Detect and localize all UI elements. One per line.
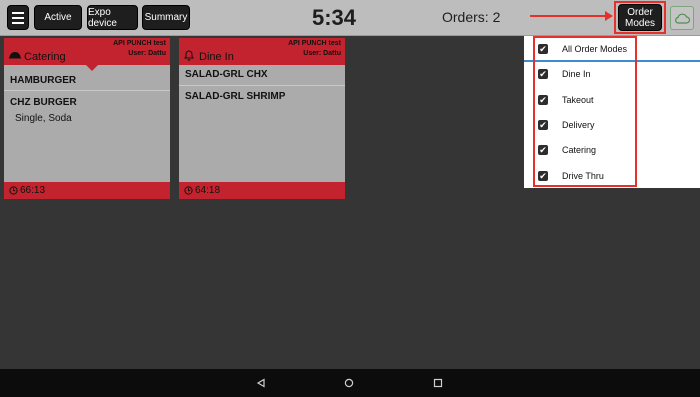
order-card[interactable]: Dine In API PUNCH test User: Dattu SALAD… <box>179 38 345 199</box>
item-divider <box>4 90 170 91</box>
clock: 5:34 <box>312 5 357 30</box>
order-item: CHZ BURGER <box>10 97 77 108</box>
hamburger-menu-icon[interactable] <box>7 5 29 30</box>
recents-icon[interactable] <box>433 378 443 388</box>
order-modes-list-highlight <box>533 36 637 187</box>
card-user: User: Dattu <box>303 50 341 57</box>
clock-icon <box>184 186 193 195</box>
card-store-name: API PUNCH test <box>113 40 166 47</box>
item-divider <box>179 85 345 86</box>
active-button[interactable]: Active <box>34 5 82 30</box>
card-timer: 64:18 <box>195 185 221 196</box>
order-modes-label-line2: Modes <box>624 17 655 29</box>
card-order-mode: Dine In <box>199 51 234 63</box>
card-selected-notch <box>86 65 98 71</box>
card-timer: 66:13 <box>20 185 46 196</box>
card-footer: 64:18 <box>179 182 345 199</box>
summary-button[interactable]: Summary <box>142 5 190 30</box>
order-item: SALAD-GRL CHX <box>185 69 268 80</box>
cloud-icon <box>675 13 690 24</box>
orders-count: Orders: 2 <box>442 9 501 25</box>
card-header: Dine In API PUNCH test User: Dattu <box>179 38 345 65</box>
top-bar: Active Expo device Summary 5:34 Orders: … <box>0 0 700 36</box>
catering-cloche-icon <box>9 52 21 59</box>
card-store-name: API PUNCH test <box>288 40 341 47</box>
card-header: Catering API PUNCH test User: Dattu <box>4 38 170 65</box>
order-item: HAMBURGER <box>10 75 77 86</box>
expo-device-button[interactable]: Expo device <box>87 5 138 30</box>
cloud-sync-button[interactable] <box>670 6 694 30</box>
card-footer: 66:13 <box>4 182 170 199</box>
back-icon[interactable] <box>256 378 266 388</box>
item-modifier: Single, Soda <box>15 113 72 124</box>
home-icon[interactable] <box>344 378 354 388</box>
order-item: SALAD-GRL SHRIMP <box>185 91 286 102</box>
clock-icon <box>9 186 18 195</box>
order-card[interactable]: Catering API PUNCH test User: Dattu HAMB… <box>4 38 170 199</box>
order-modes-button[interactable]: Order Modes <box>618 4 662 31</box>
order-modes-label-line1: Order <box>627 6 653 18</box>
android-nav-bar <box>0 369 700 397</box>
callout-arrow <box>530 11 613 21</box>
bell-icon <box>184 50 194 61</box>
card-user: User: Dattu <box>128 50 166 57</box>
card-order-mode: Catering <box>24 51 66 63</box>
